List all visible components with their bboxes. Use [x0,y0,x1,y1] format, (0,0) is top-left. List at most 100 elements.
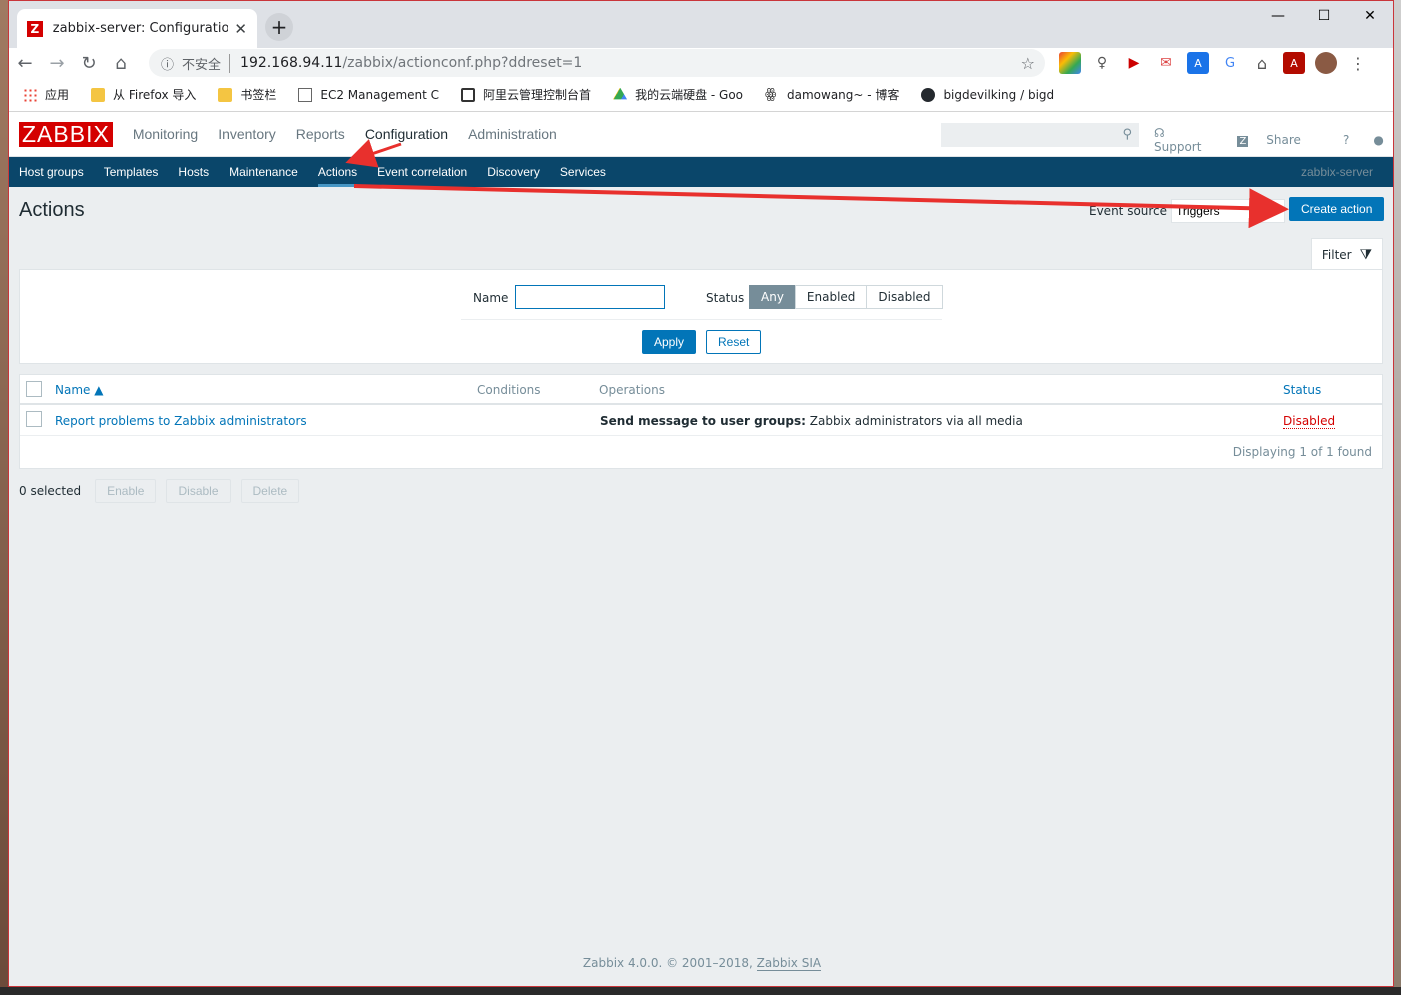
bookmark-ec2[interactable]: EC2 Management C [298,87,439,102]
filter-tab[interactable]: Filter ⧩ [1311,238,1383,270]
server-name: zabbix-server [1300,165,1373,179]
submenu-templates[interactable]: Templates [104,157,159,187]
event-source-select[interactable]: Triggers [1171,199,1286,223]
menu-inventory[interactable]: Inventory [218,126,276,142]
action-status-toggle[interactable]: Disabled [1283,414,1336,429]
menu-configuration[interactable]: Configuration [365,126,448,142]
bookmark-label: bigdevilking / bigd [943,87,1055,102]
support-label: Support [1154,140,1202,154]
aliyun-icon [461,87,476,102]
browser-tab[interactable]: Z zabbix-server: Configuration o ✕ [17,9,257,48]
bookmark-blog[interactable]: ꙮ damowang~ - 博客 [765,86,899,103]
pdf-icon[interactable]: A [1283,52,1305,74]
tab-strip: Z zabbix-server: Configuration o ✕ + — ☐… [9,1,1393,48]
window-controls: — ☐ ✕ [1255,1,1393,31]
security-label: 不安全 [182,53,231,73]
minimize-icon[interactable]: — [1255,1,1301,31]
status-disabled-option[interactable]: Disabled [866,285,943,309]
submenu-event-correlation[interactable]: Event correlation [377,157,467,187]
folder-icon [218,87,233,102]
apps-grid-icon [23,87,37,102]
top-menu: Monitoring Inventory Reports Configurati… [123,126,567,142]
row-checkbox[interactable] [26,411,42,427]
zabbix-header: ZABBIX Monitoring Inventory Reports Conf… [9,112,1393,157]
forward-arrow-icon[interactable]: → [41,49,73,77]
bookmark-github[interactable]: bigdevilking / bigd [921,87,1055,102]
footer-zabbix-sia-link[interactable]: Zabbix SIA [756,956,822,971]
bookmark-google-drive[interactable]: 我的云端硬盘 - Goo [613,86,743,103]
youtube-icon[interactable]: ▶ [1123,52,1145,74]
column-name-header[interactable]: Name ▲ [55,383,103,397]
menu-reports[interactable]: Reports [296,126,345,142]
funnel-icon: ⧩ [1359,246,1373,263]
share-link[interactable]: Z Share [1237,133,1319,147]
home-extension-icon[interactable]: ⌂ [1251,52,1273,74]
gmail-icon[interactable]: ✉ [1155,52,1177,74]
info-icon[interactable]: ⓘ [161,54,174,73]
enable-button[interactable]: Enable [95,479,157,503]
reload-icon[interactable]: ↻ [73,49,105,77]
address-bar[interactable]: ⓘ 不安全 192.168.94.11/zabbix/actionconf.ph… [149,49,1045,77]
bookmark-apps[interactable]: 应用 [23,86,69,103]
bookmark-aliyun[interactable]: 阿里云管理控制台首 [461,86,591,103]
select-all-checkbox[interactable] [26,381,42,397]
extension-color-icon[interactable] [1059,52,1081,74]
table-paging-info: Displaying 1 of 1 found [1232,445,1372,459]
new-tab-button[interactable]: + [265,13,293,41]
folder-icon [91,87,106,102]
submenu-maintenance[interactable]: Maintenance [229,157,298,187]
bookmark-label: 应用 [45,88,70,102]
disable-button[interactable]: Disable [166,479,231,503]
submenu-hosts[interactable]: Hosts [178,157,209,187]
maximize-icon[interactable]: ☐ [1301,1,1347,31]
actions-table: Name ▲ Conditions Operations Status Repo… [19,374,1383,469]
column-status-header[interactable]: Status [1283,383,1321,397]
share-z-icon: Z [1237,136,1249,147]
table-header: Name ▲ Conditions Operations Status [20,375,1382,405]
status-any-option[interactable]: Any [749,285,796,309]
back-arrow-icon[interactable]: ← [9,49,41,77]
bookmark-label: damowang~ - 博客 [787,88,900,102]
filter-name-input[interactable] [515,285,665,309]
reset-button[interactable]: Reset [706,330,762,354]
bookmark-bar-folder[interactable]: 书签栏 [218,86,276,103]
menu-administration[interactable]: Administration [468,126,557,142]
filter-panel: Name Status Any Enabled Disabled Apply R… [19,269,1383,364]
support-link[interactable]: ☊ Support [1154,126,1219,154]
url-host: 192.168.94.11 [240,55,343,71]
browser-window: Z zabbix-server: Configuration o ✕ + — ☐… [8,0,1394,987]
close-window-icon[interactable]: ✕ [1347,1,1393,31]
action-name-link[interactable]: Report problems to Zabbix administrators [55,414,307,428]
status-enabled-option[interactable]: Enabled [794,285,868,309]
delete-button[interactable]: Delete [240,479,300,503]
close-tab-icon[interactable]: ✕ [234,20,247,38]
operations-rest: Zabbix administrators via all media [805,414,1023,428]
zabbix-logo[interactable]: ZABBIX [19,121,113,147]
filter-name-label: Name [473,291,509,305]
profile-avatar-icon[interactable] [1315,52,1337,74]
menu-kebab-icon[interactable]: ⋮ [1347,52,1369,74]
header-search-input[interactable]: ⚲ [941,123,1139,147]
submenu-discovery[interactable]: Discovery [487,157,540,187]
column-operations-header: Operations [599,383,665,397]
menu-monitoring[interactable]: Monitoring [133,126,198,142]
submenu-actions[interactable]: Actions [317,157,358,187]
bookmark-label: 我的云端硬盘 - Goo [635,88,744,102]
url-path: /zabbix/actionconf.php?ddreset=1 [342,55,583,71]
google-translate-icon[interactable]: G [1219,52,1241,74]
bookmark-firefox-import[interactable]: 从 Firefox 导入 [91,86,196,103]
bookmark-star-icon[interactable]: ☆ [1021,54,1035,73]
search-icon[interactable]: ⚲ [1122,127,1132,142]
extension-lightbulb-icon[interactable]: ♀ [1091,52,1113,74]
filter-divider [461,319,942,320]
user-profile-icon[interactable]: ● [1373,133,1383,147]
submenu-host-groups[interactable]: Host groups [19,157,84,187]
apply-button[interactable]: Apply [642,330,697,354]
status-radio-group: Any Enabled Disabled [749,285,943,309]
translate-a-icon[interactable]: A [1187,52,1209,74]
create-action-button[interactable]: Create action [1289,197,1385,221]
help-link[interactable]: ? [1343,133,1349,147]
submenu-services[interactable]: Services [560,157,606,187]
footer-text: Zabbix 4.0.0. © 2001–2018, [582,956,753,970]
home-icon[interactable]: ⌂ [105,49,137,77]
